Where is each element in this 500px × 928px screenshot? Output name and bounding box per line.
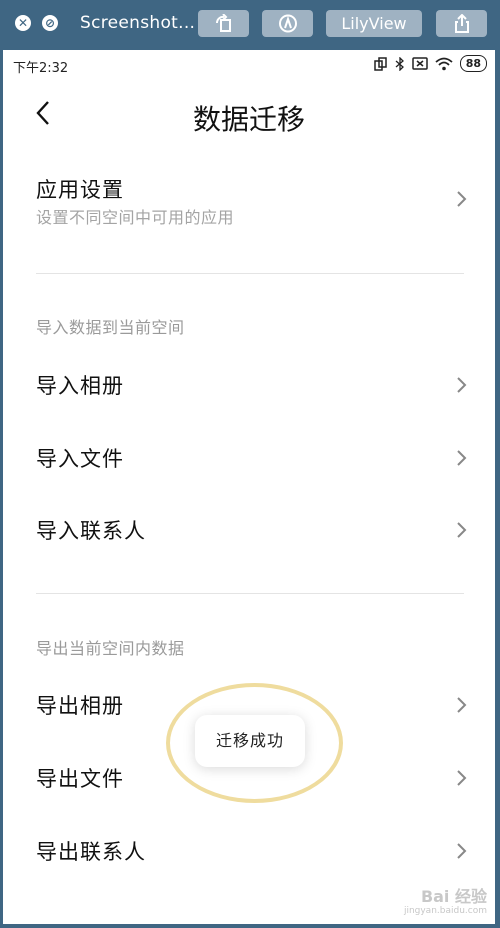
app-settings-subtitle: 设置不同空间中可用的应用: [36, 208, 235, 227]
chevron-right-icon: [457, 697, 467, 713]
status-bar: 下午2:32 88: [3, 50, 495, 80]
export-contacts-label: 导出联系人: [36, 840, 146, 864]
no-sim-icon: [411, 57, 428, 70]
import-album-row[interactable]: 导入相册: [3, 368, 495, 402]
divider: [36, 273, 464, 274]
viewer-toolbar: ✕ ⊘ Screenshot... LilyView: [0, 0, 500, 46]
import-section-title: 导入数据到当前空间: [36, 318, 185, 337]
export-section-title: 导出当前空间内数据: [36, 639, 185, 658]
share-button[interactable]: [436, 10, 487, 37]
share-icon: [454, 14, 469, 33]
app-settings-label: 应用设置: [36, 178, 124, 202]
sim-icon: [373, 56, 387, 71]
viewer-title: Screenshot...: [80, 13, 196, 33]
phone-screen: 下午2:32 88 数据迁移 应用设置 设置不同空间中可用的应用 导入数据到当前…: [3, 50, 495, 924]
export-contacts-row[interactable]: 导出联系人: [3, 834, 495, 868]
chevron-right-icon: [457, 450, 467, 466]
export-files-label: 导出文件: [36, 767, 124, 791]
app-settings-row[interactable]: 应用设置 设置不同空间中可用的应用: [3, 168, 495, 238]
bluetooth-icon: [395, 56, 404, 71]
export-album-label: 导出相册: [36, 694, 124, 718]
status-time: 下午2:32: [13, 61, 69, 76]
chevron-right-icon: [457, 522, 467, 538]
chevron-right-icon: [457, 377, 467, 393]
import-contacts-label: 导入联系人: [36, 519, 146, 543]
import-files-label: 导入文件: [36, 447, 124, 471]
success-toast: 迁移成功: [195, 715, 305, 767]
chevron-right-icon: [457, 770, 467, 786]
watermark-url: jingyan.baidu.com: [403, 906, 487, 916]
markup-button[interactable]: [262, 10, 313, 37]
page-title: 数据迁移: [192, 103, 305, 136]
import-contacts-row[interactable]: 导入联系人: [3, 513, 495, 547]
close-icon[interactable]: ✕: [15, 15, 31, 31]
battery-indicator: 88: [459, 55, 487, 72]
lilyview-button[interactable]: LilyView: [326, 10, 422, 37]
watermark: Bai 经验 jingyan.baidu.com: [403, 889, 487, 918]
markup-icon: [278, 14, 297, 33]
divider: [36, 593, 464, 594]
screenshot-viewer-window: ✕ ⊘ Screenshot... LilyView 下午2:32 88 数据迁…: [0, 0, 500, 928]
wifi-icon: [435, 57, 453, 70]
import-album-label: 导入相册: [36, 374, 124, 398]
chevron-right-icon: [457, 843, 467, 859]
chevron-right-icon: [457, 191, 467, 207]
rotate-button[interactable]: [198, 10, 249, 37]
import-files-row[interactable]: 导入文件: [3, 441, 495, 475]
rotate-icon: [215, 14, 231, 32]
cancel-icon[interactable]: ⊘: [42, 15, 58, 31]
page-header: 数据迁移: [3, 86, 495, 146]
